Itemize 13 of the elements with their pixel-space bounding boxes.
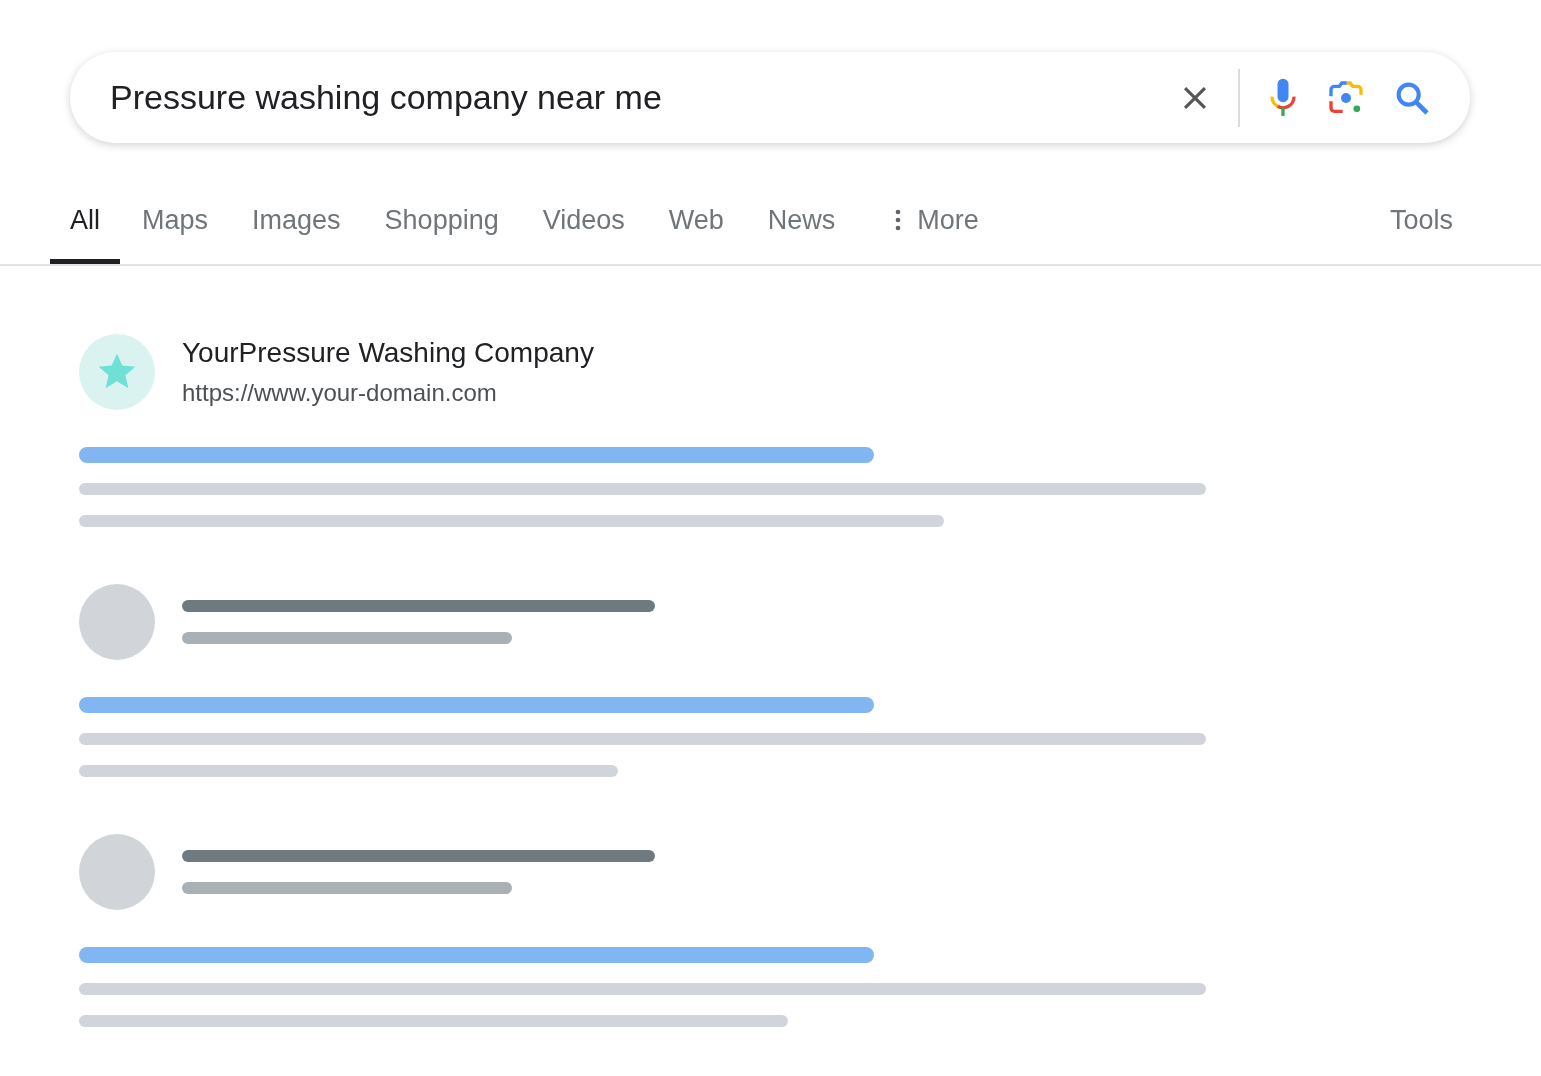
kebab-icon — [895, 209, 902, 231]
tab[interactable]: News — [745, 195, 858, 264]
tab[interactable]: Shopping — [362, 195, 521, 264]
tab[interactable]: Videos — [520, 195, 647, 264]
tab[interactable]: Maps — [120, 195, 231, 264]
result-title[interactable]: YourPressure Washing Company — [182, 337, 594, 369]
tab[interactable]: Images — [230, 195, 363, 264]
search-field[interactable]: Pressure washing company near me — [110, 78, 1152, 117]
result-url[interactable]: https://www.your-domain.com — [182, 379, 594, 407]
more-tab[interactable]: More — [857, 195, 1001, 264]
tab[interactable]: Web — [646, 195, 746, 264]
tab[interactable]: All — [50, 195, 120, 264]
tools-tab[interactable]: Tools — [1389, 195, 1453, 264]
